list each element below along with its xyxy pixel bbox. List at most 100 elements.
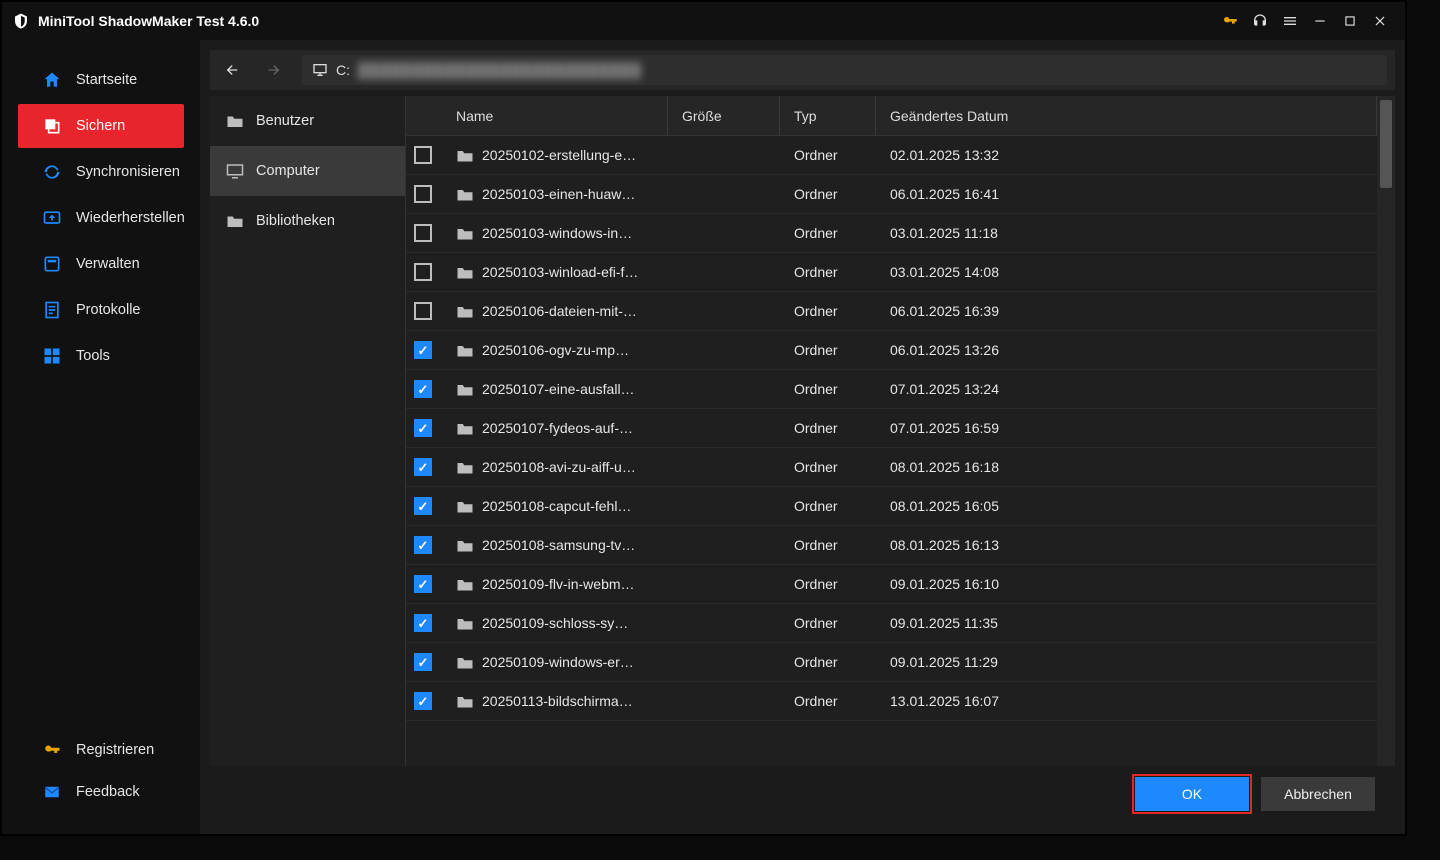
table-row[interactable]: 20250102-erstellung-e…Ordner02.01.2025 1… (406, 136, 1377, 175)
close-button[interactable] (1365, 6, 1395, 36)
tree-panel: Benutzer Computer Bibliotheken (210, 96, 406, 766)
row-type: Ordner (780, 654, 876, 670)
row-type: Ordner (780, 264, 876, 280)
table-row[interactable]: 20250107-eine-ausfall…Ordner07.01.2025 1… (406, 370, 1377, 409)
row-checkbox[interactable] (414, 653, 432, 671)
table-row[interactable]: 20250109-schloss-sy…Ordner09.01.2025 11:… (406, 604, 1377, 643)
row-name: 20250107-fydeos-auf-… (482, 420, 633, 436)
maximize-button[interactable] (1335, 6, 1365, 36)
ok-button[interactable]: OK (1135, 777, 1249, 811)
row-checkbox[interactable] (414, 341, 432, 359)
sidebar-item-wiederherstellen[interactable]: Wiederherstellen (18, 196, 184, 240)
key-icon[interactable] (1215, 6, 1245, 36)
table-row[interactable]: 20250107-fydeos-auf-… Ordner07.01.2025 16… (406, 409, 1377, 448)
tree-item-label: Bibliotheken (256, 213, 335, 229)
menu-icon[interactable] (1275, 6, 1305, 36)
sidebar-item-protokolle[interactable]: Protokolle (18, 288, 184, 332)
sidebar-item-label: Registrieren (76, 742, 154, 758)
table-row[interactable]: 20250103-einen-huaw…Ordner06.01.2025 16:… (406, 175, 1377, 214)
header-date[interactable]: Geändertes Datum (876, 96, 1377, 135)
sidebar-item-verwalten[interactable]: Verwalten (18, 242, 184, 286)
row-checkbox[interactable] (414, 692, 432, 710)
sidebar-item-startseite[interactable]: Startseite (18, 58, 184, 102)
file-browser: Benutzer Computer Bibliotheken (210, 96, 1395, 766)
header-type[interactable]: Typ (780, 96, 876, 135)
row-checkbox[interactable] (414, 224, 432, 242)
headset-icon[interactable] (1245, 6, 1275, 36)
tree-item-bibliotheken[interactable]: Bibliotheken (210, 196, 405, 246)
row-type: Ordner (780, 537, 876, 553)
backup-icon (42, 116, 62, 136)
table-row[interactable]: 20250106-dateien-mit-…Ordner06.01.2025 1… (406, 292, 1377, 331)
folder-icon (456, 498, 474, 514)
tree-item-computer[interactable]: Computer (210, 146, 405, 196)
tree-item-benutzer[interactable]: Benutzer (210, 96, 405, 146)
header-size[interactable]: Größe (668, 96, 780, 135)
path-field[interactable]: C: ██████████████████████████ (302, 55, 1387, 85)
folder-icon (456, 186, 474, 202)
row-type: Ordner (780, 225, 876, 241)
cancel-button[interactable]: Abbrechen (1261, 777, 1375, 811)
row-checkbox[interactable] (414, 575, 432, 593)
sidebar-item-feedback[interactable]: Feedback (18, 772, 184, 812)
row-name: 20250106-ogv-zu-mp… (482, 342, 629, 358)
row-date: 03.01.2025 14:08 (876, 264, 1377, 280)
folder-icon (456, 420, 474, 436)
row-date: 08.01.2025 16:05 (876, 498, 1377, 514)
row-date: 06.01.2025 13:26 (876, 342, 1377, 358)
table-row[interactable]: 20250106-ogv-zu-mp… Ordner06.01.2025 13:2… (406, 331, 1377, 370)
minimize-button[interactable] (1305, 6, 1335, 36)
row-checkbox[interactable] (414, 536, 432, 554)
row-checkbox[interactable] (414, 146, 432, 164)
sidebar-item-registrieren[interactable]: Registrieren (18, 730, 184, 770)
row-date: 02.01.2025 13:32 (876, 147, 1377, 163)
row-name: 20250103-windows-in… (482, 225, 632, 241)
table-row[interactable]: 20250109-windows-er…Ordner09.01.2025 11:… (406, 643, 1377, 682)
row-name: 20250108-avi-zu-aiff-u… (482, 459, 636, 475)
folder-icon (456, 303, 474, 319)
sidebar-item-tools[interactable]: Tools (18, 334, 184, 378)
row-checkbox[interactable] (414, 458, 432, 476)
table-row[interactable]: 20250103-winload-efi-f…Ordner03.01.2025 … (406, 253, 1377, 292)
row-checkbox[interactable] (414, 614, 432, 632)
table-row[interactable]: 20250108-samsung-tv…Ordner08.01.2025 16:… (406, 526, 1377, 565)
row-date: 08.01.2025 16:18 (876, 459, 1377, 475)
row-name: 20250103-einen-huaw… (482, 186, 635, 202)
row-type: Ordner (780, 303, 876, 319)
table-row[interactable]: 20250109-flv-in-webm…Ordner09.01.2025 16… (406, 565, 1377, 604)
scrollbar-thumb[interactable] (1380, 100, 1392, 188)
folder-icon (456, 342, 474, 358)
row-date: 09.01.2025 16:10 (876, 576, 1377, 592)
table-row[interactable]: 20250108-avi-zu-aiff-u…Ordner08.01.2025 … (406, 448, 1377, 487)
row-date: 07.01.2025 13:24 (876, 381, 1377, 397)
row-type: Ordner (780, 342, 876, 358)
row-name: 20250106-dateien-mit-… (482, 303, 637, 319)
scrollbar[interactable] (1377, 96, 1395, 766)
row-checkbox[interactable] (414, 497, 432, 515)
row-checkbox[interactable] (414, 419, 432, 437)
row-type: Ordner (780, 420, 876, 436)
header-name[interactable]: Name (442, 96, 668, 135)
manage-icon (42, 254, 62, 274)
nav-back-button[interactable] (218, 56, 246, 84)
sidebar-item-label: Feedback (76, 784, 140, 800)
sidebar-item-sichern[interactable]: Sichern (18, 104, 184, 148)
row-date: 06.01.2025 16:41 (876, 186, 1377, 202)
nav-forward-button[interactable] (260, 56, 288, 84)
table-row[interactable]: 20250108-capcut-fehl…Ordner08.01.2025 16… (406, 487, 1377, 526)
row-checkbox[interactable] (414, 185, 432, 203)
row-date: 07.01.2025 16:59 (876, 420, 1377, 436)
sidebar-item-synchronisieren[interactable]: Synchronisieren (18, 150, 184, 194)
row-name: 20250107-eine-ausfall… (482, 381, 635, 397)
table-row[interactable]: 20250113-bildschirma…Ordner13.01.2025 16… (406, 682, 1377, 721)
folder-icon (456, 147, 474, 163)
row-checkbox[interactable] (414, 302, 432, 320)
row-type: Ordner (780, 147, 876, 163)
row-checkbox[interactable] (414, 263, 432, 281)
app-window: MiniTool ShadowMaker Test 4.6.0 Startsei… (0, 0, 1407, 836)
log-icon (42, 300, 62, 320)
table-row[interactable]: 20250103-windows-in…Ordner03.01.2025 11:… (406, 214, 1377, 253)
titlebar: MiniTool ShadowMaker Test 4.6.0 (2, 2, 1405, 40)
row-checkbox[interactable] (414, 380, 432, 398)
tree-item-label: Computer (256, 163, 320, 179)
